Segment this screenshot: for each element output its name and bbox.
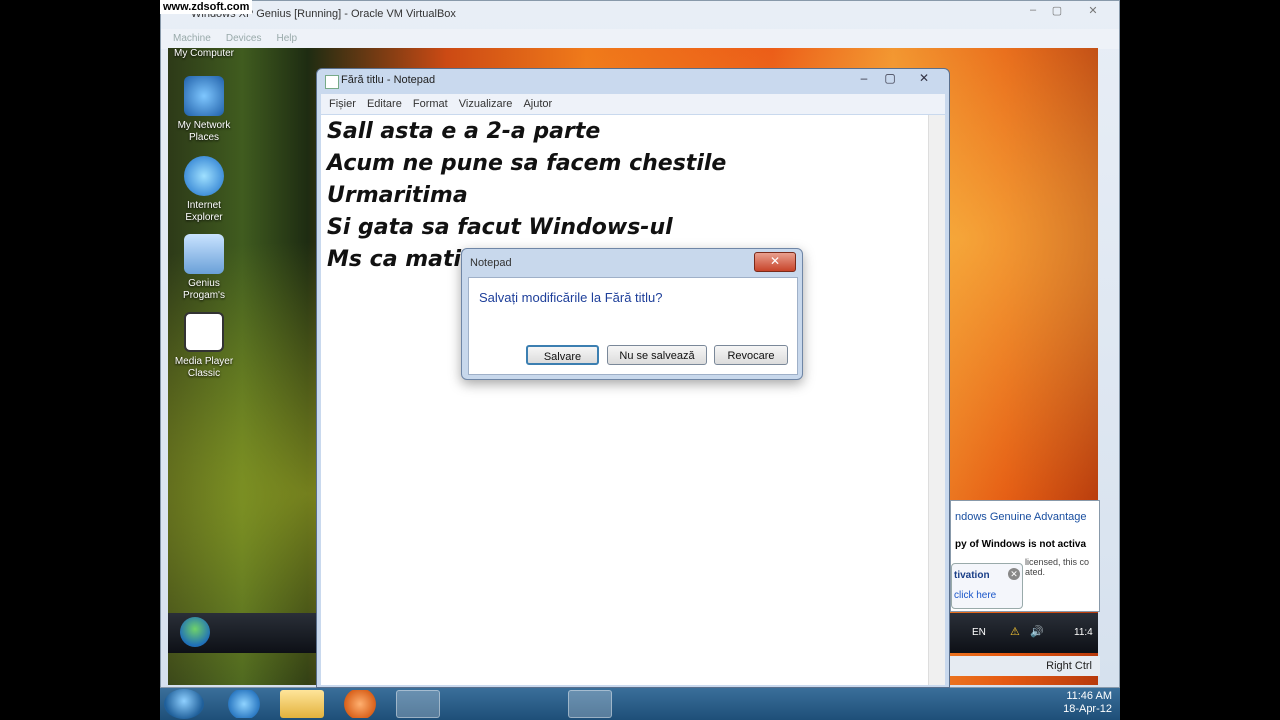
host-title-bar: Windows XP Genius [Running] - Oracle VM … <box>161 1 1119 29</box>
save-dialog: Notepad ✕ Salvați modificările la Fără t… <box>461 248 803 380</box>
notepad-minimize-button[interactable]: – <box>851 69 877 87</box>
activation-title: tivation <box>954 570 990 581</box>
wga-header: ndows Genuine Advantage <box>955 511 1087 523</box>
internet-explorer-icon[interactable] <box>222 690 266 718</box>
desktop-icon-network[interactable]: My Network Places <box>168 76 240 144</box>
internet-explorer-icon <box>184 156 224 196</box>
desktop-icon-media-player[interactable]: Media Player Classic <box>168 312 240 380</box>
guest-tray: EN ⚠ 🔊 11:4 <box>950 613 1098 653</box>
desktop-icon-label: My Network Places <box>177 120 231 143</box>
text-line: Si gata sa facut Windows-ul <box>327 215 673 240</box>
volume-icon[interactable]: 🔊 <box>1030 625 1044 638</box>
host-close-button[interactable]: ✕ <box>1083 4 1103 20</box>
notepad-text-area[interactable]: Sall asta e a 2-a parte Acum ne pune sa … <box>321 115 945 685</box>
guest-start-button[interactable] <box>180 617 210 647</box>
clock-date: 18-Apr-12 <box>1063 703 1112 715</box>
clock-time: 11:46 AM <box>1066 690 1112 702</box>
notepad-title: Fără titlu - Notepad <box>341 74 436 86</box>
host-taskbar: 11:46 AM 18-Apr-12 <box>160 688 1120 720</box>
host-menu-machine[interactable]: Machine <box>173 33 211 44</box>
close-icon[interactable]: ✕ <box>1008 568 1020 580</box>
menu-format[interactable]: Format <box>413 98 448 110</box>
text-line: Urmaritima <box>327 183 468 208</box>
desktop-icon-label: My Computer <box>173 48 234 59</box>
text-line: Sall asta e a 2-a parte <box>327 119 601 144</box>
dialog-body: Salvați modificările la Fără titlu? Salv… <box>468 277 798 375</box>
media-player-icon[interactable] <box>338 690 382 718</box>
menu-file[interactable]: Fișier <box>329 98 356 110</box>
desktop-icon-label: Genius Progam's <box>183 278 225 301</box>
notepad-close-button[interactable]: ✕ <box>911 69 937 87</box>
host-menu-help[interactable]: Help <box>277 33 298 44</box>
notepad-icon <box>325 75 339 89</box>
host-minimize-button[interactable]: – <box>1023 4 1043 20</box>
activation-link[interactable]: click here <box>954 590 996 601</box>
notepad-taskbar-icon[interactable] <box>568 690 612 718</box>
notepad-menu-bar: Fișier Editare Format Vizualizare Ajutor <box>321 94 945 114</box>
start-button[interactable] <box>164 689 204 719</box>
wga-text: licensed, this co ated. <box>1025 557 1090 577</box>
virtualbox-icon[interactable] <box>510 690 554 718</box>
text-line: Acum ne pune sa facem chestile <box>327 151 727 176</box>
desktop-icon-my-computer[interactable]: My Computer <box>168 48 240 60</box>
folder-icon <box>184 234 224 274</box>
dialog-message: Salvați modificările la Fără titlu? <box>479 290 663 305</box>
tool-icon[interactable] <box>454 690 498 718</box>
text-line: Ms ca mati v <box>327 247 484 272</box>
cancel-button[interactable]: Revocare <box>714 345 788 365</box>
menu-view[interactable]: Vizualizare <box>459 98 513 110</box>
wga-notification: ndows Genuine Advantage py of Windows is… <box>950 500 1100 612</box>
dont-save-button[interactable]: Nu se salvează <box>607 345 707 365</box>
menu-edit[interactable]: Editare <box>367 98 402 110</box>
dialog-title: Notepad <box>470 257 512 269</box>
vbox-status-bar: Right Ctrl <box>950 656 1100 676</box>
folder-icon[interactable] <box>280 690 324 718</box>
wga-warning: py of Windows is not activa <box>955 539 1087 550</box>
language-indicator[interactable]: EN <box>972 627 986 638</box>
notepad-maximize-button[interactable]: ▢ <box>877 69 903 87</box>
desktop-icon-label: Media Player Classic <box>174 356 234 379</box>
media-player-icon <box>184 312 224 352</box>
vertical-scrollbar[interactable] <box>928 115 945 685</box>
watermark: www.zdsoft.com <box>160 0 253 14</box>
shield-icon[interactable]: ⚠ <box>1010 625 1020 638</box>
desktop-icon-genius[interactable]: Genius Progam's <box>168 234 240 302</box>
host-menu-bar: Machine Devices Help <box>161 29 1119 49</box>
guest-clock: 11:4 <box>1074 627 1093 638</box>
host-maximize-button[interactable]: ▢ <box>1047 4 1067 20</box>
desktop-icon-ie[interactable]: Internet Explorer <box>168 156 240 224</box>
dialog-close-button[interactable]: ✕ <box>754 252 796 272</box>
menu-help[interactable]: Ajutor <box>523 98 552 110</box>
host-menu-devices[interactable]: Devices <box>226 33 262 44</box>
save-button[interactable]: Salvare <box>526 345 599 365</box>
activation-balloon: tivation ✕ click here <box>951 563 1023 609</box>
network-icon <box>184 76 224 116</box>
system-clock: 11:46 AM 18-Apr-12 <box>1063 690 1112 716</box>
host-key-label: Right Ctrl <box>1046 660 1092 672</box>
utorrent-icon[interactable] <box>396 690 440 718</box>
desktop-icon-label: Internet Explorer <box>185 200 223 223</box>
